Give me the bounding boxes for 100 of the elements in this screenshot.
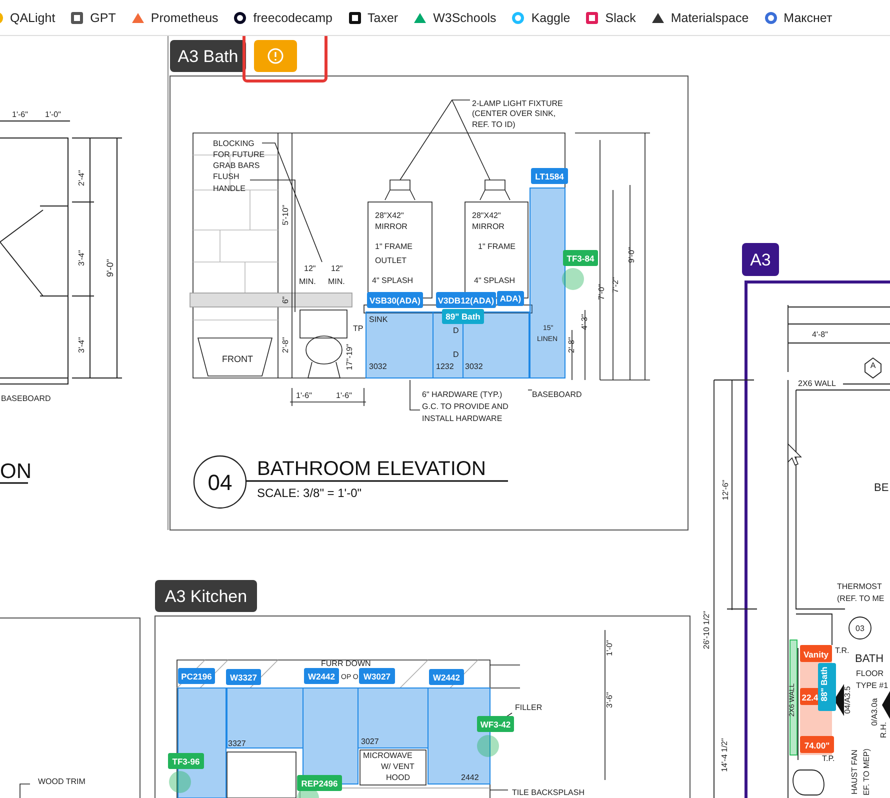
detail-number-circle: [193, 455, 247, 509]
cabinet-tag[interactable]: WF3-42: [477, 716, 514, 732]
drawing-note: HOOD: [386, 773, 410, 782]
bookmark-icon: [348, 10, 362, 24]
drawing-note: FRONT: [222, 354, 253, 364]
bookmark-icon: [511, 10, 526, 24]
cabinet-tag[interactable]: W2442: [429, 669, 464, 685]
warning-button[interactable]: [254, 40, 297, 72]
drawing-note: 9'-0": [105, 259, 115, 277]
drawing-note: TILE BACKSPLASH: [512, 788, 584, 797]
drawing-note: 4" SPLASH: [372, 276, 414, 285]
drawing-note: MIN.: [328, 277, 345, 286]
cabinet-tag[interactable]: W3327: [226, 669, 261, 685]
bookmark-icon: [585, 10, 600, 24]
cabinet-tag[interactable]: W3027: [359, 668, 395, 684]
bookmark[interactable]: Prometheus: [130, 10, 218, 24]
cabinet-tag[interactable]: V3DB12(ADA): [436, 292, 496, 308]
drawing-note: 04/A3.5: [843, 686, 852, 714]
drawing-note: MIN.: [299, 277, 316, 286]
drawing-note: MICROWAVE: [363, 751, 412, 760]
drawing-note: BE: [874, 482, 889, 494]
cabinet-tag[interactable]: 74.00": [800, 736, 834, 753]
drawing-note: HAUST FAN: [850, 750, 859, 794]
marker-dot[interactable]: [562, 268, 584, 290]
sheet-title: A3 Bath: [170, 40, 246, 72]
cabinet-tag[interactable]: Vanity: [800, 645, 832, 662]
drawing-note: (REF. TO ME: [837, 594, 884, 603]
drawing-note: FILLER: [515, 703, 542, 712]
drawing-note: 3'-4": [77, 337, 86, 353]
drawing-note: 6": [281, 296, 290, 304]
drawing-note: TYPE #1: [856, 681, 888, 690]
cabinet-tag[interactable]: TF3-96: [168, 753, 204, 769]
cabinet-tag[interactable]: W2442: [304, 668, 339, 684]
drawing-note: 4'-8": [812, 330, 828, 339]
bookmark[interactable]: GPT: [70, 10, 116, 24]
bookmark[interactable]: W3Schools: [413, 10, 496, 24]
marker-dot[interactable]: [169, 771, 191, 793]
section-arrow-icon: [882, 691, 890, 719]
bookmark[interactable]: freecodecamp: [233, 10, 332, 24]
drawing-note: 12'-6": [721, 480, 730, 500]
bookmark-icon: [70, 10, 84, 24]
drawing-note: T.P.: [822, 754, 835, 763]
drawing-note: 1'-0": [45, 110, 61, 119]
drawing-note: 2'-4": [77, 170, 86, 186]
drawing-note: D: [453, 350, 459, 359]
bookmark[interactable]: Slack: [585, 10, 636, 24]
drawing-note: FLOOR: [856, 669, 884, 678]
drawing-note: OUTLET: [375, 256, 407, 265]
drawing-note: 3'-4": [77, 250, 86, 266]
drawing-note: 3'-6": [605, 692, 614, 708]
drawing-note: 7'-0": [597, 284, 606, 300]
drawing-note: MIRROR: [472, 222, 504, 231]
drawing-note: 1232: [436, 362, 454, 371]
drawing-note: 2X6 WALL: [798, 379, 836, 388]
drawing-note: 3327: [228, 739, 246, 748]
bookmark[interactable]: Materialspace: [650, 10, 749, 24]
drawing-scale: SCALE: 3/8" = 1'-0": [257, 486, 362, 500]
drawing-note: 28"X42": [375, 211, 404, 220]
cabinet-tag[interactable]: 88" Bath: [818, 663, 836, 711]
drawing-note: 28"X42": [472, 211, 501, 220]
cabinet-tag[interactable]: 89" Bath: [442, 309, 484, 324]
cabinet-tag[interactable]: VSB30(ADA): [367, 292, 423, 308]
drawing-note: 3032: [369, 362, 387, 371]
drawing-note: EF. TO MEP): [862, 748, 871, 796]
drawing-note: TP: [353, 324, 364, 333]
drawing-note: A: [870, 361, 876, 370]
cabinet-tag[interactable]: PC2196: [178, 668, 215, 684]
drawing-note: FURR DOWN: [321, 659, 371, 668]
drawing-title: BATHROOM ELEVATION: [257, 458, 486, 480]
drawing-note: WOOD TRIM: [38, 777, 86, 786]
bookmark-icon: [764, 10, 778, 24]
drawing-note: 2'-8": [281, 337, 290, 353]
bookmark[interactable]: Макснет: [764, 10, 832, 24]
bookmark[interactable]: Kaggle: [511, 10, 570, 24]
cursor-icon: [788, 443, 802, 466]
drawing-note: G.C. TO PROVIDE AND: [422, 402, 508, 411]
cabinet-tag[interactable]: 22.4: [800, 688, 820, 705]
drawing-note: R.H.: [879, 722, 888, 738]
drawing-note: BATH: [855, 653, 884, 665]
cabinet-tag[interactable]: LT1584: [531, 168, 568, 184]
drawing-note: T.R.: [835, 646, 850, 655]
drawing-note: 5'-10": [281, 204, 290, 226]
bookmark[interactable]: QALight: [0, 10, 56, 24]
drawing-note: 17"-19": [345, 344, 354, 370]
marker-dot[interactable]: [477, 735, 499, 757]
cabinet-tag[interactable]: ADA): [497, 291, 524, 306]
drawing-note: 3027: [361, 737, 379, 746]
drawing-note: FLUSH: [213, 172, 240, 181]
drawing-note: FOR FUTURE: [213, 150, 265, 159]
cabinet-tag[interactable]: TF3-84: [563, 250, 598, 266]
drawing-note: 12": [304, 264, 316, 273]
drawing-note: BASEBOARD: [1, 394, 51, 403]
drawing-note: BLOCKING: [213, 139, 254, 148]
drawing-note: 1'-6": [296, 391, 312, 400]
drawing-note: SINK: [369, 315, 388, 324]
sheet-title: A3: [742, 243, 779, 276]
bookmark[interactable]: Taxer: [348, 10, 398, 24]
section-arrow-icon: [834, 684, 844, 716]
drawing-note: MIRROR: [375, 222, 408, 231]
drawing-note: 7'-2": [611, 277, 620, 293]
